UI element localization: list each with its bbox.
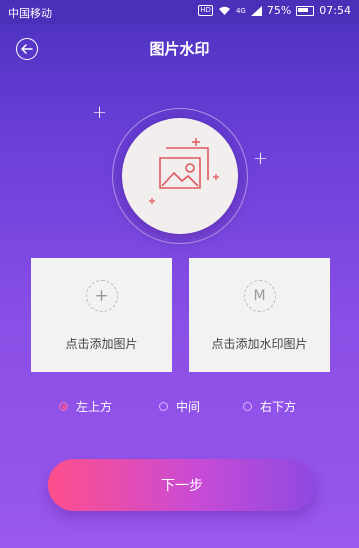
hero-illustration[interactable] xyxy=(112,108,248,244)
radio-unchecked-icon xyxy=(243,402,252,411)
battery-percent: 75% xyxy=(266,4,292,17)
watermark-position-options: 左上方 中间 右下方 xyxy=(0,398,359,420)
add-watermark-label: 点击添加水印图片 xyxy=(211,337,308,351)
plus-icon: + xyxy=(85,280,118,312)
add-image-label: 点击添加图片 xyxy=(65,337,138,351)
option-center[interactable]: 中间 xyxy=(159,398,200,415)
page-title: 图片水印 xyxy=(149,40,210,58)
add-image-card[interactable]: + 点击添加图片 xyxy=(31,258,172,372)
signal-icon xyxy=(250,5,262,16)
network-type: 4G xyxy=(235,6,246,15)
clock: 07:54 xyxy=(319,4,351,17)
watermark-m-icon: M xyxy=(243,280,276,312)
radio-checked-icon xyxy=(59,402,68,411)
wifi-icon xyxy=(218,6,230,15)
carrier-name: 中国移动 xyxy=(8,7,52,20)
battery-icon xyxy=(296,5,315,16)
hd-badge: HD xyxy=(198,5,213,16)
image-placeholder-icon xyxy=(149,138,219,204)
header: 图片水印 xyxy=(0,24,359,74)
sparkle-left-icon: + xyxy=(92,102,108,123)
option-bottom-right[interactable]: 右下方 xyxy=(243,398,296,415)
hero-circle xyxy=(122,118,238,234)
option-top-left[interactable]: 左上方 xyxy=(59,398,112,415)
radio-unchecked-icon xyxy=(159,402,168,411)
sparkle-right-icon: + xyxy=(253,148,269,169)
option-label: 右下方 xyxy=(260,400,297,414)
next-step-button[interactable]: 下一步 xyxy=(48,459,316,511)
add-watermark-card[interactable]: M 点击添加水印图片 xyxy=(189,258,330,372)
option-label: 中间 xyxy=(176,400,201,414)
status-indicators: HD 4G 75% 07:54 xyxy=(198,4,351,17)
option-label: 左上方 xyxy=(76,400,113,414)
status-bar: 中国移动 HD 4G 75% 07:54 xyxy=(0,0,359,24)
